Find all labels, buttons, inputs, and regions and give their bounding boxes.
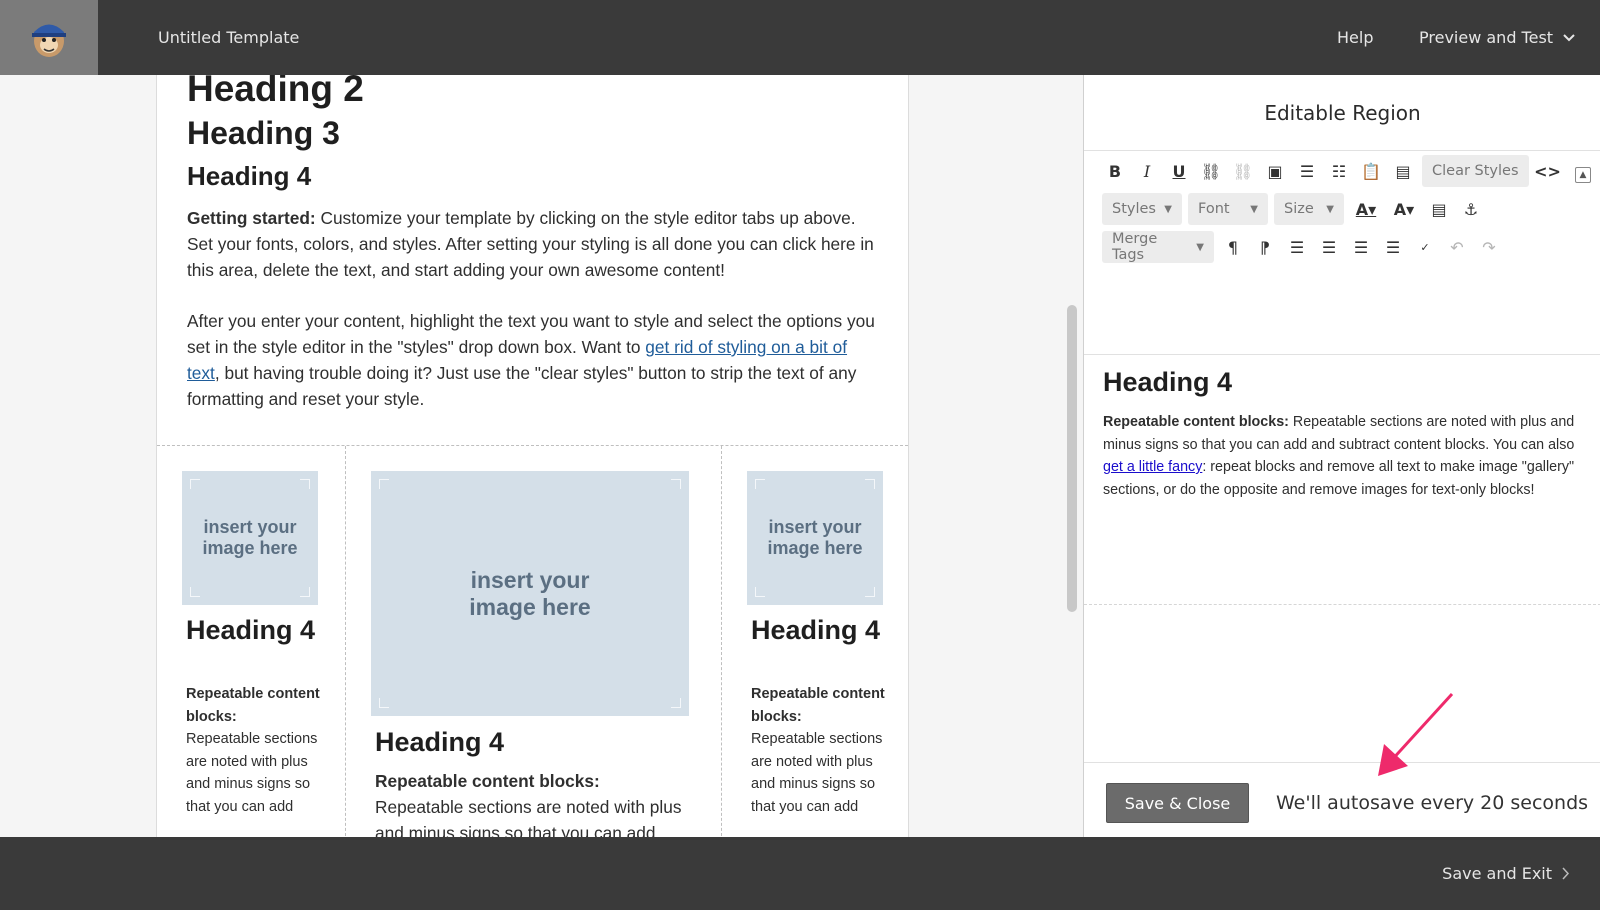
column-heading[interactable]: Heading 4	[375, 728, 695, 756]
caret-down-icon: ▼	[1250, 203, 1258, 215]
numbered-list-icon[interactable]: ☰	[1294, 156, 1320, 186]
ltr-icon[interactable]: ¶	[1220, 232, 1246, 262]
undo-icon[interactable]: ↶	[1444, 232, 1470, 262]
intro-paragraph[interactable]: Getting started: Customize your template…	[187, 205, 877, 283]
panel-title: Editable Region	[1084, 75, 1600, 151]
image-placeholder-text: insert your image here	[767, 517, 863, 558]
paste-from-word-icon[interactable]: ▤	[1390, 156, 1416, 186]
column-1[interactable]: insert your image here Heading 4 Repeata…	[157, 446, 346, 837]
preview-and-test-menu[interactable]: Preview and Test	[1419, 0, 1575, 75]
column-bold: Repeatable content blocks:	[375, 771, 600, 791]
column-bold: Repeatable content blocks:	[751, 686, 885, 725]
heading-3[interactable]: Heading 3	[187, 115, 340, 152]
column-text[interactable]: Repeatable content blocks: Repeatable se…	[375, 768, 695, 837]
column-2[interactable]: insert your image here Heading 4 Repeata…	[346, 446, 722, 837]
editor-toolbar: B I U ⛓ ⛓ ▣ ☰ ☷ 📋 ▤ Clear Styles <> ▲ St…	[1084, 151, 1600, 355]
chevron-down-icon	[1563, 33, 1575, 41]
editor-paragraph[interactable]: Repeatable content blocks: Repeatable se…	[1103, 411, 1583, 501]
intro-bold: Getting started:	[187, 208, 316, 228]
rich-text-editor[interactable]: Heading 4 Repeatable content blocks: Rep…	[1084, 355, 1600, 605]
bulleted-list-icon[interactable]: ☷	[1326, 156, 1352, 186]
save-and-close-button[interactable]: Save & Close	[1106, 783, 1249, 823]
annotation-arrow-icon	[1378, 692, 1454, 776]
clear-styles-button[interactable]: Clear Styles	[1422, 155, 1529, 187]
canvas-scrollbar[interactable]	[1067, 305, 1077, 612]
caret-down-icon: ▼	[1196, 241, 1204, 253]
intro2-text-after: , but having trouble doing it? Just use …	[187, 363, 857, 409]
bold-icon[interactable]: B	[1102, 156, 1128, 186]
toolbar-row-3: Merge Tags ▼ ¶ ⁋ ☰ ☰ ☰ ☰ ✓ ↶ ↷	[1102, 231, 1502, 263]
spellcheck-icon[interactable]: ✓	[1412, 232, 1438, 262]
save-and-exit-label: Save and Exit	[1442, 864, 1552, 883]
bottom-bar: Save and Exit	[0, 837, 1600, 910]
email-preview: Heading 2 Heading 3 Heading 4 Getting st…	[156, 75, 909, 837]
column-bold: Repeatable content blocks:	[186, 686, 320, 725]
column-text[interactable]: Repeatable content blocks: Repeatable se…	[751, 683, 891, 818]
image-placeholder-text: insert your image here	[469, 566, 591, 620]
block-format-icon[interactable]: ▤	[1426, 194, 1452, 224]
heading-4[interactable]: Heading 4	[187, 161, 311, 192]
anchor-icon[interactable]: ⚓	[1458, 194, 1484, 224]
chevron-right-icon	[1562, 867, 1570, 880]
merge-tags-dropdown[interactable]: Merge Tags ▼	[1102, 231, 1214, 263]
justify-icon[interactable]: ☰	[1380, 232, 1406, 262]
italic-icon[interactable]: I	[1134, 156, 1160, 186]
column-body: Repeatable sections are noted with plus …	[186, 731, 318, 815]
toolbar-row-1: B I U ⛓ ⛓ ▣ ☰ ☷ 📋 ▤ Clear Styles <>	[1102, 155, 1561, 187]
preview-label: Preview and Test	[1419, 28, 1554, 47]
column-heading[interactable]: Heading 4	[751, 616, 891, 644]
column-heading[interactable]: Heading 4	[186, 616, 326, 644]
rtl-icon[interactable]: ⁋	[1252, 232, 1278, 262]
save-and-exit-button[interactable]: Save and Exit	[1442, 837, 1570, 910]
toolbar-row-2: Styles ▼ Font ▼ Size ▼ A▾ A▾ ▤ ⚓	[1102, 193, 1484, 225]
caret-down-icon: ▼	[1326, 203, 1334, 215]
column-body: Repeatable sections are noted with plus …	[375, 797, 682, 837]
editable-region-panel: Editable Region B I U ⛓ ⛓ ▣ ☰ ☷ 📋 ▤ Clea…	[1083, 75, 1600, 837]
size-dropdown[interactable]: Size ▼	[1274, 193, 1344, 225]
autosave-notice: We'll autosave every 20 seconds	[1276, 792, 1589, 814]
underline-icon[interactable]: U	[1166, 156, 1192, 186]
background-color-icon[interactable]: A▾	[1388, 194, 1420, 224]
link-icon[interactable]: ⛓	[1198, 156, 1224, 186]
fancy-link[interactable]: get a little fancy	[1103, 459, 1202, 475]
editor-bold: Repeatable content blocks:	[1103, 414, 1289, 430]
styles-dropdown[interactable]: Styles ▼	[1102, 193, 1182, 225]
font-dropdown[interactable]: Font ▼	[1188, 193, 1268, 225]
align-left-icon[interactable]: ☰	[1284, 232, 1310, 262]
font-label: Font	[1198, 201, 1230, 217]
caret-down-icon: ▼	[1164, 203, 1172, 215]
intro-paragraph-2[interactable]: After you enter your content, highlight …	[187, 308, 877, 412]
image-placeholder-text: insert your image here	[202, 517, 298, 558]
redo-icon[interactable]: ↷	[1476, 232, 1502, 262]
size-label: Size	[1284, 201, 1314, 217]
merge-tags-label: Merge Tags	[1112, 231, 1158, 263]
mailchimp-logo-icon[interactable]	[0, 0, 98, 75]
image-placeholder[interactable]: insert your image here	[182, 471, 318, 605]
align-center-icon[interactable]: ☰	[1316, 232, 1342, 262]
panel-footer: Save & Close We'll autosave every 20 sec…	[1084, 762, 1600, 837]
template-title[interactable]: Untitled Template	[158, 0, 299, 75]
column-3[interactable]: insert your image here Heading 4 Repeata…	[722, 446, 908, 837]
top-bar: Untitled Template Help Preview and Test	[0, 0, 1600, 75]
styles-label: Styles	[1112, 201, 1156, 217]
column-text[interactable]: Repeatable content blocks: Repeatable se…	[186, 683, 326, 818]
help-link[interactable]: Help	[1337, 0, 1373, 75]
text-color-icon[interactable]: A▾	[1350, 194, 1382, 224]
editor-heading[interactable]: Heading 4	[1103, 367, 1232, 398]
three-column-block: insert your image here Heading 4 Repeata…	[157, 445, 908, 837]
column-body: Repeatable sections are noted with plus …	[751, 731, 883, 815]
source-code-icon[interactable]: <>	[1534, 156, 1561, 186]
unlink-icon[interactable]: ⛓	[1230, 156, 1256, 186]
paste-icon[interactable]: 📋	[1358, 156, 1384, 186]
image-icon[interactable]: ▣	[1262, 156, 1288, 186]
collapse-toolbar-icon[interactable]: ▲	[1575, 167, 1591, 183]
image-placeholder[interactable]: insert your image here	[371, 471, 689, 716]
heading-2[interactable]: Heading 2	[187, 75, 364, 110]
align-right-icon[interactable]: ☰	[1348, 232, 1374, 262]
image-placeholder[interactable]: insert your image here	[747, 471, 883, 605]
email-canvas: Heading 2 Heading 3 Heading 4 Getting st…	[0, 75, 1083, 837]
